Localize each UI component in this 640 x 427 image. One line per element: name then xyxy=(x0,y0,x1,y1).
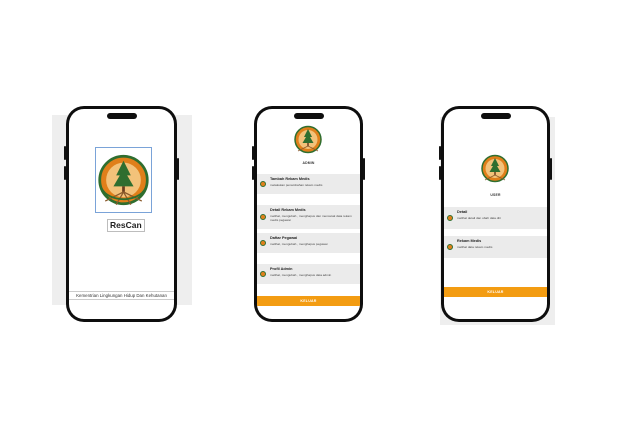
klhk-logo-icon xyxy=(447,244,453,250)
ministry-name: Kementrian Lingkungan Hidup Dan Kehutana… xyxy=(69,291,174,300)
menu-item-desc: melihat, mengubah , menghapus dan mencet… xyxy=(270,214,352,222)
menu-item-title: Daftar Pegawai xyxy=(270,236,298,240)
klhk-logo-icon xyxy=(260,214,266,220)
menu-item-desc: melihat detail dan ubah data diri xyxy=(457,216,501,220)
phone-notch xyxy=(293,113,324,119)
logout-button[interactable]: KELUAR xyxy=(257,296,360,306)
klhk-logo-icon xyxy=(260,240,266,246)
role-title: ADMIN xyxy=(302,161,315,165)
menu-item-title: Profil Admin xyxy=(270,267,293,271)
phone-notch xyxy=(480,113,511,119)
menu-item-rekam-medis[interactable]: Rekam Medis melihat data rekam medis xyxy=(444,236,547,258)
klhk-logo-icon xyxy=(95,147,152,213)
menu-item-title: Tambah Rekam Medis xyxy=(270,177,310,181)
role-title: USER xyxy=(490,193,501,197)
phone-splash: ResCan Kementrian Lingkungan Hidup Dan K… xyxy=(64,106,179,322)
logout-button[interactable]: KELUAR xyxy=(444,287,547,297)
menu-item-daftar-pegawai[interactable]: Daftar Pegawai melihat, mengubah , mengh… xyxy=(257,233,360,253)
phone-admin: ADMIN Tambah Rekam Medis melakukan penam… xyxy=(252,106,365,322)
admin-screen: ADMIN Tambah Rekam Medis melakukan penam… xyxy=(257,109,360,319)
menu-item-tambah-rekam-medis[interactable]: Tambah Rekam Medis melakukan penambahan … xyxy=(257,174,360,194)
klhk-logo-icon xyxy=(447,215,453,221)
menu-item-title: Detail xyxy=(457,210,468,214)
menu-item-desc: melihat, mengubah , menghapus data admin xyxy=(270,273,332,277)
phone-user: USER Detail melihat detail dan ubah data… xyxy=(439,106,552,322)
app-name: ResCan xyxy=(107,219,145,232)
user-screen: USER Detail melihat detail dan ubah data… xyxy=(444,109,547,319)
menu-item-profil-admin[interactable]: Profil Admin melihat, mengubah , menghap… xyxy=(257,264,360,284)
klhk-logo-icon xyxy=(293,122,323,157)
klhk-logo-icon xyxy=(260,181,266,187)
menu-item-desc: melakukan penambahan rekam medis xyxy=(270,183,323,187)
menu-item-desc: melihat, mengubah , menghapus pegawai xyxy=(270,242,328,246)
menu-item-title: Detail Rekam Medis xyxy=(270,208,306,212)
phone-notch xyxy=(106,113,137,119)
menu-item-detail[interactable]: Detail melihat detail dan ubah data diri xyxy=(444,207,547,229)
menu-item-desc: melihat data rekam medis xyxy=(457,245,493,249)
menu-item-title: Rekam Medis xyxy=(457,239,482,243)
splash-screen: ResCan Kementrian Lingkungan Hidup Dan K… xyxy=(69,109,174,319)
menu-item-detail-rekam-medis[interactable]: Detail Rekam Medis melihat, mengubah , m… xyxy=(257,205,360,229)
klhk-logo-icon xyxy=(260,271,266,277)
klhk-logo-icon xyxy=(480,151,510,186)
